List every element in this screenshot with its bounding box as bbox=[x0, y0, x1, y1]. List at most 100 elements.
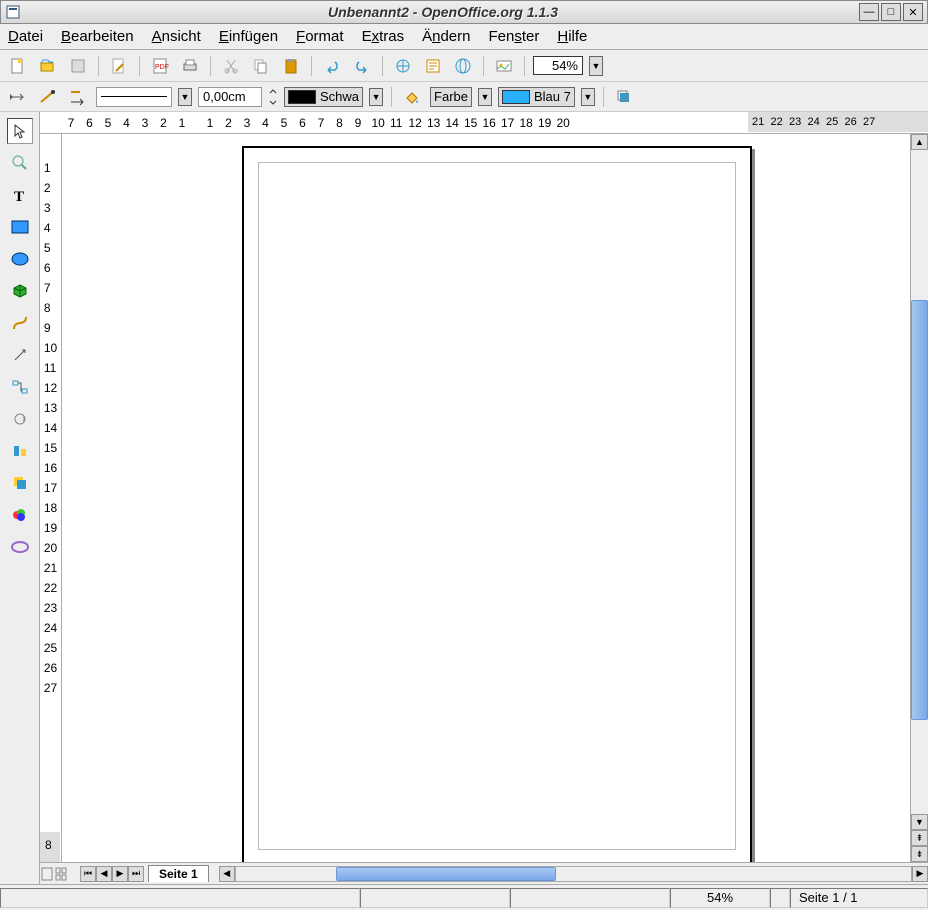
status-mod bbox=[770, 888, 790, 908]
ellipse-tool-icon[interactable] bbox=[7, 246, 33, 272]
line-color-dropdown[interactable]: ▼ bbox=[369, 88, 383, 106]
ruler-tick: 17 bbox=[501, 116, 511, 130]
fill-bucket-icon[interactable] bbox=[400, 85, 424, 109]
ruler-tick: 7 bbox=[316, 116, 326, 130]
align-tool-icon[interactable] bbox=[7, 438, 33, 464]
ruler-tick: 15 bbox=[464, 116, 474, 130]
scroll-page-down-button[interactable]: ⇟ bbox=[911, 846, 928, 862]
ruler-tick: 2 bbox=[224, 116, 234, 130]
menu-einfuegen[interactable]: Einfügen bbox=[219, 28, 278, 45]
copy-icon[interactable] bbox=[249, 54, 273, 78]
redo-icon[interactable] bbox=[350, 54, 374, 78]
vertical-ruler[interactable]: 1234567891011121314151617181920212223242… bbox=[40, 134, 62, 862]
menu-format[interactable]: Format bbox=[296, 28, 344, 45]
new-icon[interactable] bbox=[6, 54, 30, 78]
ruler-tick: 3 bbox=[242, 116, 252, 130]
curve-tool-icon[interactable] bbox=[7, 310, 33, 336]
ruler-tick: 20 bbox=[557, 116, 567, 130]
line-style-dropdown[interactable]: ▼ bbox=[178, 88, 192, 106]
zoom-tool-icon[interactable] bbox=[7, 150, 33, 176]
paste-icon[interactable] bbox=[279, 54, 303, 78]
fill-color-select[interactable]: Blau 7 bbox=[498, 87, 575, 107]
main-area: 7654321 1234567891011121314151617181920 … bbox=[40, 112, 928, 884]
drawing-canvas[interactable] bbox=[62, 134, 910, 862]
rectangle-tool-icon[interactable] bbox=[7, 214, 33, 240]
line-end-icon[interactable] bbox=[36, 85, 60, 109]
menu-hilfe[interactable]: Hilfe bbox=[557, 28, 587, 45]
print-icon[interactable] bbox=[178, 54, 202, 78]
fill-type-dropdown[interactable]: ▼ bbox=[478, 88, 492, 106]
3dobject-tool-icon[interactable] bbox=[7, 278, 33, 304]
gallery-icon[interactable] bbox=[492, 54, 516, 78]
line-toolbar: ▼ 0,00cm Schwa ▼ Farbe ▼ Blau 7 ▼ bbox=[0, 82, 928, 112]
view-toggle-icons[interactable] bbox=[40, 866, 80, 882]
arrange-tool-icon[interactable] bbox=[7, 470, 33, 496]
cut-icon[interactable] bbox=[219, 54, 243, 78]
hyperlink-icon[interactable] bbox=[451, 54, 475, 78]
tab-next-button[interactable]: ▶ bbox=[112, 866, 128, 882]
scroll-down-button[interactable]: ▼ bbox=[911, 814, 928, 830]
scroll-up-button[interactable]: ▲ bbox=[911, 134, 928, 150]
effects-tool-icon[interactable] bbox=[7, 502, 33, 528]
line-width-input[interactable]: 0,00cm bbox=[198, 87, 262, 107]
edit-icon[interactable] bbox=[107, 54, 131, 78]
horizontal-scrollbar[interactable]: ◀ ▶ bbox=[219, 866, 928, 882]
navigator-icon[interactable] bbox=[391, 54, 415, 78]
ruler-tick: 21 bbox=[44, 558, 57, 578]
fill-color-dropdown[interactable]: ▼ bbox=[581, 88, 595, 106]
hscroll-track[interactable] bbox=[235, 866, 912, 882]
page-tab[interactable]: Seite 1 bbox=[148, 865, 209, 882]
minimize-button[interactable]: — bbox=[859, 3, 879, 21]
vscroll-track[interactable] bbox=[911, 150, 928, 814]
ruler-tick: 23 bbox=[44, 598, 57, 618]
line-arrow-icon[interactable] bbox=[66, 85, 90, 109]
line-style-select[interactable] bbox=[96, 87, 172, 107]
text-tool-icon[interactable]: T bbox=[7, 182, 33, 208]
ruler-tick: 6 bbox=[298, 116, 308, 130]
tab-first-button[interactable]: ⏮ bbox=[80, 866, 96, 882]
vscroll-thumb[interactable] bbox=[911, 300, 928, 720]
menu-ansicht[interactable]: Ansicht bbox=[152, 28, 201, 45]
ruler-tick: 19 bbox=[538, 116, 548, 130]
arrow-style-icon[interactable] bbox=[6, 85, 30, 109]
zoom-dropdown[interactable]: ▼ bbox=[589, 56, 603, 76]
undo-icon[interactable] bbox=[320, 54, 344, 78]
pdf-icon[interactable]: PDF bbox=[148, 54, 172, 78]
vertical-scrollbar[interactable]: ▲ ▼ ⇞ ⇟ bbox=[910, 134, 928, 862]
form-icon[interactable] bbox=[421, 54, 445, 78]
scroll-left-button[interactable]: ◀ bbox=[219, 866, 235, 882]
ruler-tick: 16 bbox=[44, 458, 57, 478]
rotate-tool-icon[interactable] bbox=[7, 406, 33, 432]
tab-last-button[interactable]: ⏭ bbox=[128, 866, 144, 882]
interaction-tool-icon[interactable] bbox=[7, 534, 33, 560]
scroll-page-up-button[interactable]: ⇞ bbox=[911, 830, 928, 846]
horizontal-ruler[interactable]: 7654321 1234567891011121314151617181920 … bbox=[40, 112, 928, 134]
save-icon[interactable] bbox=[66, 54, 90, 78]
hscroll-thumb[interactable] bbox=[336, 867, 556, 881]
menu-aendern[interactable]: Ändern bbox=[422, 28, 470, 45]
ruler-tick: 24 bbox=[44, 618, 57, 638]
menu-fenster[interactable]: Fenster bbox=[488, 28, 539, 45]
spinner-icon[interactable] bbox=[268, 87, 278, 107]
status-zoom[interactable]: 54% bbox=[670, 888, 770, 908]
shadow-icon[interactable] bbox=[612, 85, 636, 109]
ruler-tick: 26 bbox=[44, 658, 57, 678]
tab-prev-button[interactable]: ◀ bbox=[96, 866, 112, 882]
line-tool-icon[interactable] bbox=[7, 342, 33, 368]
menu-extras[interactable]: Extras bbox=[362, 28, 405, 45]
open-icon[interactable] bbox=[36, 54, 60, 78]
maximize-button[interactable]: □ bbox=[881, 3, 901, 21]
line-color-select[interactable]: Schwa bbox=[284, 87, 363, 107]
menu-bearbeiten[interactable]: Bearbeiten bbox=[61, 28, 134, 45]
black-swatch bbox=[288, 90, 316, 104]
zoom-input[interactable]: 54% bbox=[533, 56, 583, 75]
line-color-label: Schwa bbox=[320, 89, 359, 104]
fill-type-select[interactable]: Farbe bbox=[430, 87, 472, 107]
connector-tool-icon[interactable] bbox=[7, 374, 33, 400]
close-button[interactable]: ✕ bbox=[903, 3, 923, 21]
select-tool-icon[interactable] bbox=[7, 118, 33, 144]
menu-datei[interactable]: Datei bbox=[8, 28, 43, 45]
ruler-tick: 21 bbox=[752, 116, 762, 128]
scroll-right-button[interactable]: ▶ bbox=[912, 866, 928, 882]
ruler-tick: 10 bbox=[372, 116, 382, 130]
